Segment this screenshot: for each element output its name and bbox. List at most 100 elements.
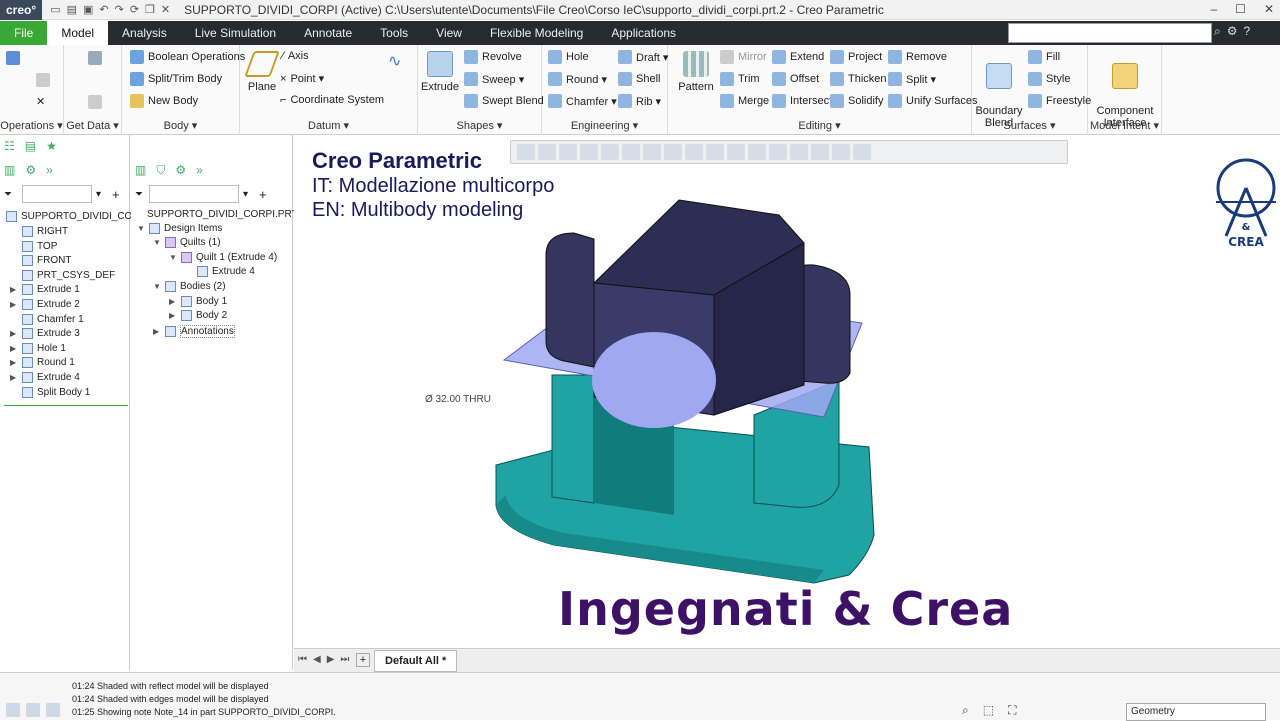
- fullscreen-icon[interactable]: [46, 703, 60, 717]
- quilts-node[interactable]: ▼ Quilts (1): [153, 237, 221, 248]
- model-tree-search-input[interactable]: [22, 185, 92, 203]
- component-interface-button[interactable]: Component Interface: [1092, 51, 1158, 129]
- shell-button[interactable]: Shell: [618, 72, 660, 86]
- design-filter-icon[interactable]: ⛉: [156, 163, 165, 181]
- chamfer-button[interactable]: Chamfer ▾: [548, 94, 617, 108]
- point-display-icon[interactable]: [790, 144, 808, 160]
- maximize-icon[interactable]: ☐: [1235, 2, 1246, 16]
- merge-button[interactable]: Merge: [720, 94, 769, 108]
- find-icon[interactable]: ⌕: [962, 703, 969, 718]
- prev-tab-icon[interactable]: ◀: [313, 654, 321, 665]
- tree-item[interactable]: RIGHT: [10, 226, 68, 237]
- quilt1-node[interactable]: ▼ Quilt 1 (Extrude 4): [169, 252, 277, 263]
- settings-icon[interactable]: ⚙: [1227, 24, 1238, 39]
- surfaces-group-label[interactable]: Surfaces ▾: [972, 119, 1087, 132]
- axis-button[interactable]: ⁄ Axis: [282, 50, 309, 62]
- zoom-out-icon[interactable]: [559, 144, 577, 160]
- add-icon[interactable]: +: [112, 187, 120, 202]
- expand-icon[interactable]: ▶: [10, 344, 18, 353]
- expand-icon[interactable]: ▶: [169, 297, 177, 306]
- tab-view[interactable]: View: [422, 21, 476, 45]
- operations-group-label[interactable]: Operations ▾: [0, 119, 63, 132]
- tree-item[interactable]: FRONT: [10, 255, 71, 267]
- pattern-button[interactable]: Pattern: [676, 51, 716, 93]
- model-tree-tab-icon[interactable]: ☷: [4, 139, 15, 157]
- last-tab-icon[interactable]: ⏭: [340, 654, 349, 665]
- tree-item[interactable]: ▶ Extrude 2: [10, 299, 80, 310]
- section-icon[interactable]: [853, 144, 871, 160]
- boolean-operations-button[interactable]: Boolean Operations: [130, 50, 245, 64]
- design-settings-icon[interactable]: ⚙: [175, 163, 186, 181]
- offset-button[interactable]: Offset: [772, 72, 819, 86]
- draft-button[interactable]: Draft ▾: [618, 50, 668, 64]
- tab-file[interactable]: File: [0, 21, 48, 45]
- regenerate-icon[interactable]: ⟳: [130, 3, 139, 16]
- close-window-icon[interactable]: ✕: [161, 3, 170, 16]
- split-trim-body-button[interactable]: Split/Trim Body: [130, 72, 222, 86]
- tree-expand-icon[interactable]: »: [46, 163, 53, 181]
- dropdown-icon[interactable]: ▾: [96, 189, 101, 200]
- solidify-button[interactable]: Solidify: [830, 94, 883, 108]
- extrude4-node[interactable]: Extrude 4: [197, 266, 255, 277]
- first-tab-icon[interactable]: ⏮: [298, 654, 307, 665]
- windows-icon[interactable]: ❐: [145, 3, 155, 16]
- annotation-display-icon[interactable]: [706, 144, 724, 160]
- copy-geometry-icon[interactable]: [88, 95, 102, 109]
- tab-analysis[interactable]: Analysis: [108, 21, 181, 45]
- view-manager-icon[interactable]: [643, 144, 661, 160]
- tab-annotate[interactable]: Annotate: [290, 21, 366, 45]
- tree-item[interactable]: ▶ Extrude 3: [10, 328, 80, 340]
- collapse-icon[interactable]: ▼: [137, 224, 145, 233]
- minimize-icon[interactable]: –: [1210, 2, 1217, 16]
- body-group-label[interactable]: Body ▾: [122, 119, 239, 132]
- mirror-button[interactable]: Mirror: [720, 50, 767, 64]
- expand-icon[interactable]: ▶: [153, 327, 161, 336]
- body2-node[interactable]: ▶ Body 2: [169, 310, 227, 321]
- delete-icon[interactable]: ✕: [36, 95, 45, 108]
- thicken-button[interactable]: Thicken: [830, 72, 887, 86]
- spin-center-icon[interactable]: [727, 144, 745, 160]
- tab-applications[interactable]: Applications: [597, 21, 690, 45]
- favorites-icon[interactable]: ★: [46, 139, 57, 157]
- shapes-group-label[interactable]: Shapes ▾: [418, 119, 541, 132]
- datum-group-label[interactable]: Datum ▾: [240, 119, 417, 132]
- pause-icon[interactable]: [832, 144, 850, 160]
- add-tab-button[interactable]: +: [356, 653, 370, 667]
- regenerate-icon[interactable]: [6, 51, 20, 65]
- annotations-node[interactable]: ▶ Annotations: [153, 325, 235, 338]
- engineering-group-label[interactable]: Engineering ▾: [542, 119, 667, 132]
- get-data-group-label[interactable]: Get Data ▾: [64, 119, 121, 132]
- intersect-button[interactable]: Intersect: [772, 94, 832, 108]
- navigator-toggle-icon[interactable]: [6, 703, 20, 717]
- tab-live-simulation[interactable]: Live Simulation: [181, 21, 290, 45]
- split-button[interactable]: Split ▾: [888, 72, 936, 86]
- rib-button[interactable]: Rib ▾: [618, 94, 661, 108]
- collapse-icon[interactable]: ▼: [153, 282, 161, 291]
- bodies-node[interactable]: ▼ Bodies (2): [153, 281, 226, 292]
- display-style-icon[interactable]: [601, 144, 619, 160]
- expand-icon[interactable]: ▶: [10, 285, 18, 294]
- editing-group-label[interactable]: Editing ▾: [668, 119, 971, 132]
- revolve-button[interactable]: Revolve: [464, 50, 522, 64]
- search-input[interactable]: [1008, 23, 1212, 43]
- sweep-button[interactable]: Sweep ▾: [464, 72, 524, 86]
- tab-model[interactable]: Model: [47, 21, 109, 45]
- repaint-icon[interactable]: [580, 144, 598, 160]
- copy-icon[interactable]: [36, 73, 50, 87]
- dropdown-icon[interactable]: ▾: [243, 189, 248, 200]
- collapse-icon[interactable]: ▼: [169, 253, 177, 262]
- selection-filter-select[interactable]: Geometry: [1126, 703, 1266, 721]
- sketch-icon[interactable]: ∿: [388, 51, 401, 71]
- folder-browser-icon[interactable]: ▤: [25, 139, 36, 157]
- expand-icon[interactable]: ▶: [10, 358, 18, 367]
- undo-icon[interactable]: ↶: [99, 3, 108, 16]
- axis-display-icon[interactable]: [769, 144, 787, 160]
- style-button[interactable]: Style: [1028, 72, 1070, 86]
- design-tree-search-input[interactable]: [149, 185, 239, 203]
- body1-node[interactable]: ▶ Body 1: [169, 296, 227, 307]
- model-intent-group-label[interactable]: Model Intent ▾: [1088, 119, 1161, 132]
- expand-icon[interactable]: ▶: [169, 311, 177, 320]
- freestyle-button[interactable]: Freestyle: [1028, 94, 1091, 108]
- boundary-blend-button[interactable]: Boundary Blend: [974, 51, 1024, 129]
- selection-filter-icon[interactable]: ⛶: [1008, 703, 1016, 718]
